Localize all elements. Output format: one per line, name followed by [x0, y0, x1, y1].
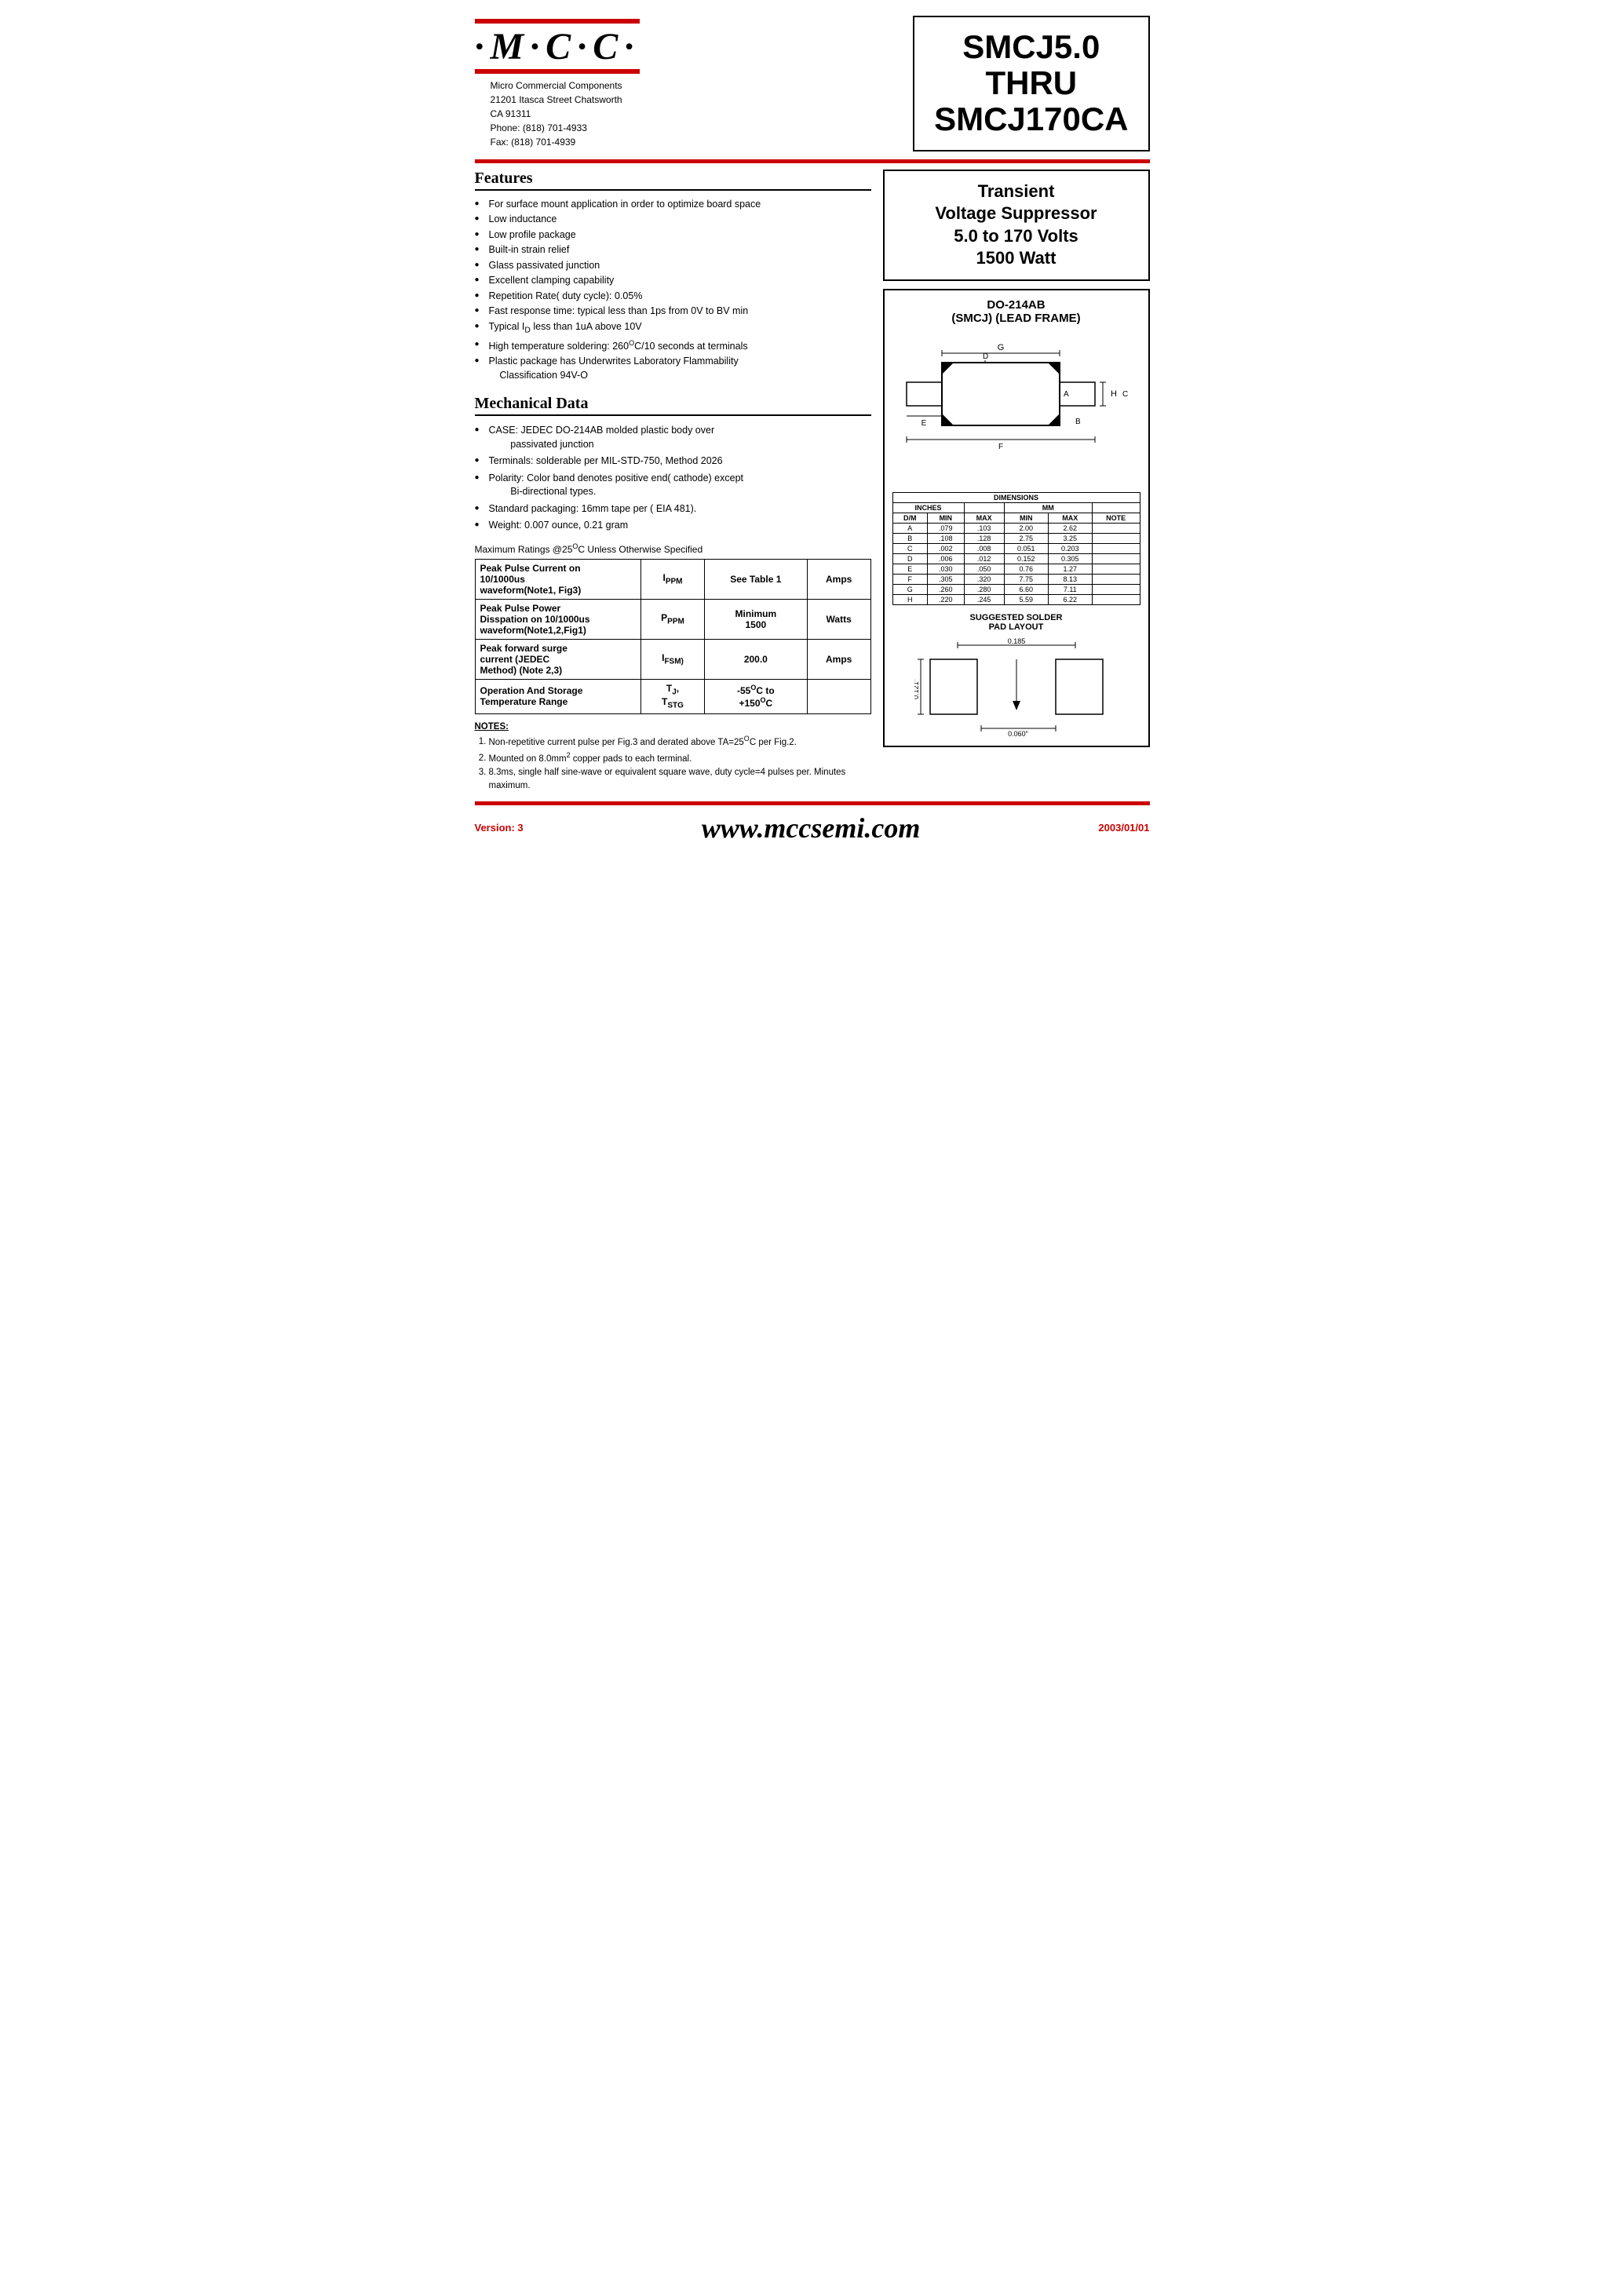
- page-header: ·M·C·C· Micro Commercial Components 2120…: [475, 16, 1150, 151]
- company-logo: ·M·C·C·: [475, 28, 640, 66]
- table-row: C.002.0080.0510.203: [892, 543, 1140, 553]
- svg-text:D: D: [983, 352, 988, 361]
- table-row: B.108.1282.753.25: [892, 533, 1140, 543]
- table-row: E.030.0500.761.27: [892, 564, 1140, 574]
- table-row: Peak Pulse Current on10/1000uswaveform(N…: [475, 559, 870, 599]
- ratings-table: Peak Pulse Current on10/1000uswaveform(N…: [475, 559, 871, 714]
- svg-text:0.060": 0.060": [1008, 730, 1028, 738]
- solder-pad-section: SUGGESTED SOLDERPAD LAYOUT 0.185: [892, 613, 1140, 738]
- notes-list: Non-repetitive current pulse per Fig.3 a…: [489, 734, 871, 792]
- dimensions-table: DIMENSIONS INCHES MM D/M MIN MAX MIN MAX…: [892, 492, 1140, 605]
- list-item: CASE: JEDEC DO-214AB molded plastic body…: [475, 422, 871, 453]
- mechanical-data-header: Mechanical Data: [475, 395, 871, 416]
- table-row: A.079.1032.002.62: [892, 523, 1140, 533]
- footer: Version: 3 www.mccsemi.com 2003/01/01: [475, 812, 1150, 845]
- features-list: For surface mount application in order t…: [475, 197, 871, 384]
- list-item: Polarity: Color band denotes positive en…: [475, 470, 871, 501]
- table-row: D.006.0120.1520.305: [892, 553, 1140, 564]
- solder-pad-diagram: 0.185 0.121": [914, 636, 1119, 738]
- svg-text:0.185: 0.185: [1007, 637, 1025, 645]
- svg-text:C: C: [1122, 390, 1128, 399]
- rating-unit: Amps: [807, 639, 870, 679]
- description-box: Transient Voltage Suppressor 5.0 to 170 …: [883, 170, 1150, 281]
- list-item: Typical ID less than 1uA above 10V: [475, 319, 871, 338]
- footer-url: www.mccsemi.com: [524, 812, 1099, 845]
- rating-symbol: PPPM: [641, 599, 705, 639]
- footer-version: Version: 3: [475, 822, 524, 834]
- list-item: Terminals: solderable per MIL-STD-750, M…: [475, 453, 871, 470]
- svg-text:F: F: [998, 443, 1002, 451]
- list-item: Standard packaging: 16mm tape per ( EIA …: [475, 501, 871, 518]
- rating-value: -55OC to+150OC: [704, 679, 807, 713]
- svg-text:B: B: [1075, 418, 1081, 426]
- company-info: Micro Commercial Components 21201 Itasca…: [491, 78, 622, 149]
- table-row: Peak Pulse PowerDisspation on 10/1000usw…: [475, 599, 870, 639]
- notes-title: NOTES:: [475, 722, 509, 732]
- rating-label: Peak forward surgecurrent (JEDECMethod) …: [475, 639, 641, 679]
- list-item: High temperature soldering: 260OC/10 sec…: [475, 338, 871, 355]
- table-row: G.260.2806.607.11: [892, 584, 1140, 594]
- package-title: DO-214AB (SMCJ) (LEAD FRAME): [892, 298, 1140, 325]
- rating-label: Peak Pulse PowerDisspation on 10/1000usw…: [475, 599, 641, 639]
- svg-text:A: A: [1064, 390, 1069, 399]
- svg-text:0.121": 0.121": [914, 679, 920, 699]
- list-item: Fast response time: typical less than 1p…: [475, 304, 871, 319]
- list-item: Low profile package: [475, 228, 871, 243]
- rating-value: Minimum1500: [704, 599, 807, 639]
- footer-top-bar: [475, 801, 1150, 805]
- list-item: Built-in strain relief: [475, 243, 871, 258]
- rating-unit: Amps: [807, 559, 870, 599]
- rating-value: 200.0: [704, 639, 807, 679]
- main-content: Features For surface mount application i…: [475, 170, 1150, 794]
- header-divider: [475, 159, 1150, 163]
- list-item: Excellent clamping capability: [475, 273, 871, 289]
- list-item: Low inductance: [475, 212, 871, 228]
- rating-label: Peak Pulse Current on10/1000uswaveform(N…: [475, 559, 641, 599]
- rating-symbol: TJ,TSTG: [641, 679, 705, 713]
- max-ratings-text: Maximum Ratings @25OC Unless Otherwise S…: [475, 542, 871, 555]
- table-row: H.220.2455.596.22: [892, 594, 1140, 604]
- rating-symbol: IFSM): [641, 639, 705, 679]
- list-item: Mounted on 8.0mm2 copper pads to each te…: [489, 750, 871, 765]
- right-column: Transient Voltage Suppressor 5.0 to 170 …: [883, 170, 1150, 794]
- left-column: Features For surface mount application i…: [475, 170, 871, 794]
- list-item: For surface mount application in order t…: [475, 197, 871, 213]
- rating-label: Operation And StorageTemperature Range: [475, 679, 641, 713]
- component-diagram: G H D A C E B: [895, 331, 1138, 488]
- part-number-title: SMCJ5.0THRUSMCJ170CA: [934, 29, 1128, 138]
- notes-section: NOTES: Non-repetitive current pulse per …: [475, 722, 871, 792]
- list-item: Glass passivated junction: [475, 258, 871, 274]
- svg-text:G: G: [997, 343, 1004, 352]
- svg-text:E: E: [921, 419, 926, 428]
- list-item: Weight: 0.007 ounce, 0.21 gram: [475, 517, 871, 535]
- list-item: Plastic package has Underwrites Laborato…: [475, 354, 871, 383]
- rating-symbol: IPPM: [641, 559, 705, 599]
- footer-date: 2003/01/01: [1098, 822, 1149, 834]
- table-row: Operation And StorageTemperature Range T…: [475, 679, 870, 713]
- rating-value: See Table 1: [704, 559, 807, 599]
- rating-unit: [807, 679, 870, 713]
- part-number-box: SMCJ5.0THRUSMCJ170CA: [913, 16, 1149, 151]
- list-item: 8.3ms, single half sine-wave or equivale…: [489, 766, 871, 791]
- table-row: Peak forward surgecurrent (JEDECMethod) …: [475, 639, 870, 679]
- package-box: DO-214AB (SMCJ) (LEAD FRAME): [883, 289, 1150, 747]
- solder-pad-title: SUGGESTED SOLDERPAD LAYOUT: [892, 613, 1140, 632]
- description-title: Transient Voltage Suppressor 5.0 to 170 …: [894, 181, 1139, 270]
- logo-section: ·M·C·C· Micro Commercial Components 2120…: [475, 16, 640, 149]
- list-item: Repetition Rate( duty cycle): 0.05%: [475, 289, 871, 305]
- features-header: Features: [475, 170, 871, 191]
- logo-top-bar: [475, 19, 640, 24]
- list-item: Non-repetitive current pulse per Fig.3 a…: [489, 734, 871, 749]
- mechanical-data-list: CASE: JEDEC DO-214AB molded plastic body…: [475, 422, 871, 535]
- logo-bottom-bar: [475, 69, 640, 74]
- rating-unit: Watts: [807, 599, 870, 639]
- svg-text:H: H: [1111, 389, 1117, 399]
- table-row: F.305.3207.758.13: [892, 574, 1140, 584]
